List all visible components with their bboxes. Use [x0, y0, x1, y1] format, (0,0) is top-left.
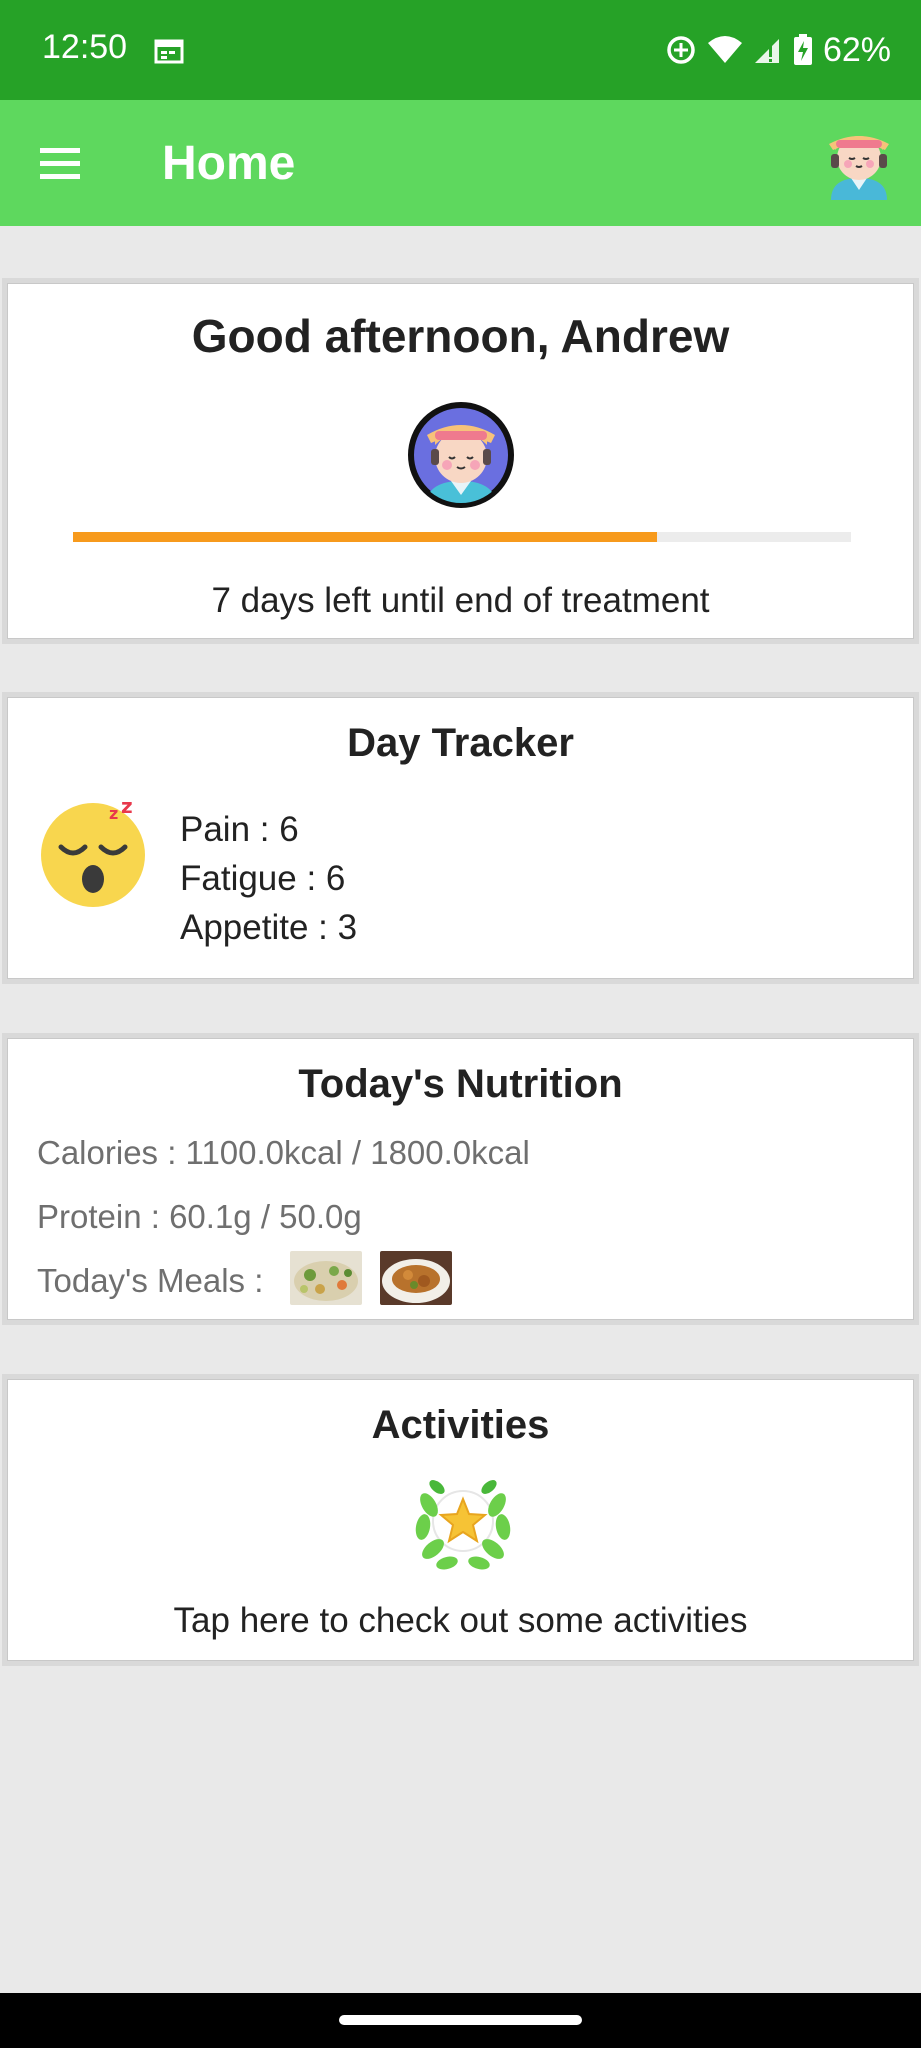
- page-title: Home: [162, 137, 296, 190]
- greeting-title: Good afternoon, Andrew: [191, 310, 730, 362]
- home-gesture-handle[interactable]: [339, 2015, 582, 2025]
- pasta-salad-photo[interactable]: [290, 1251, 362, 1305]
- greeting-card[interactable]: Good afternoon, Andrew 7 days left until…: [2, 278, 919, 644]
- status-bar: 12:50 62%: [0, 0, 921, 100]
- calendar-icon: [154, 39, 184, 64]
- status-time: 12:50: [42, 28, 128, 66]
- protein-text: Protein : 60.1g / 50.0g: [37, 1198, 362, 1235]
- treatment-countdown: 7 days left until end of treatment: [211, 581, 710, 620]
- battery-percent: 62%: [822, 30, 891, 69]
- calories-text: Calories : 1100.0kcal / 1800.0kcal: [37, 1134, 530, 1171]
- chicken-dish-photo[interactable]: [380, 1251, 452, 1305]
- activities-card[interactable]: Activities Tap here to check out some ac…: [2, 1374, 919, 1666]
- status-icons: 62%: [665, 28, 891, 72]
- tracker-list: Pain : 6 Fatigue : 6 Appetite : 3: [180, 805, 357, 952]
- app-bar: Home: [0, 100, 921, 226]
- user-avatar-icon: [408, 402, 514, 508]
- activities-prompt: Tap here to check out some activities: [173, 1601, 748, 1640]
- hamburger-menu-icon[interactable]: [36, 143, 84, 183]
- user-avatar-icon[interactable]: [821, 120, 897, 200]
- battery-icon: [793, 34, 812, 65]
- tracker-appetite: Appetite : 3: [180, 908, 358, 947]
- tracker-pain: Pain : 6: [180, 810, 299, 849]
- treatment-progress-fill: [73, 532, 657, 542]
- treatment-progress-bar: [73, 532, 851, 542]
- activities-title: Activities: [371, 1403, 550, 1447]
- svg-text:z: z: [121, 797, 133, 818]
- day-tracker-title: Day Tracker: [347, 721, 574, 765]
- nutrition-card[interactable]: Today's Nutrition Calories : 1100.0kcal …: [2, 1033, 919, 1325]
- laurel-star-icon: [415, 1480, 511, 1570]
- wifi-icon: [707, 36, 742, 63]
- svg-text:z: z: [109, 804, 118, 823]
- system-nav-bar: [0, 1993, 921, 2048]
- day-tracker-card[interactable]: Day Tracker z z Pain : 6 Fatigue : 6 App…: [2, 692, 919, 984]
- sleepy-face-icon: z z: [41, 797, 145, 907]
- signal-icon: [754, 39, 779, 63]
- data-saver-icon: [667, 36, 695, 64]
- meals-label: Today's Meals :: [37, 1262, 264, 1299]
- nutrition-title: Today's Nutrition: [298, 1062, 623, 1106]
- tracker-fatigue: Fatigue : 6: [180, 859, 346, 898]
